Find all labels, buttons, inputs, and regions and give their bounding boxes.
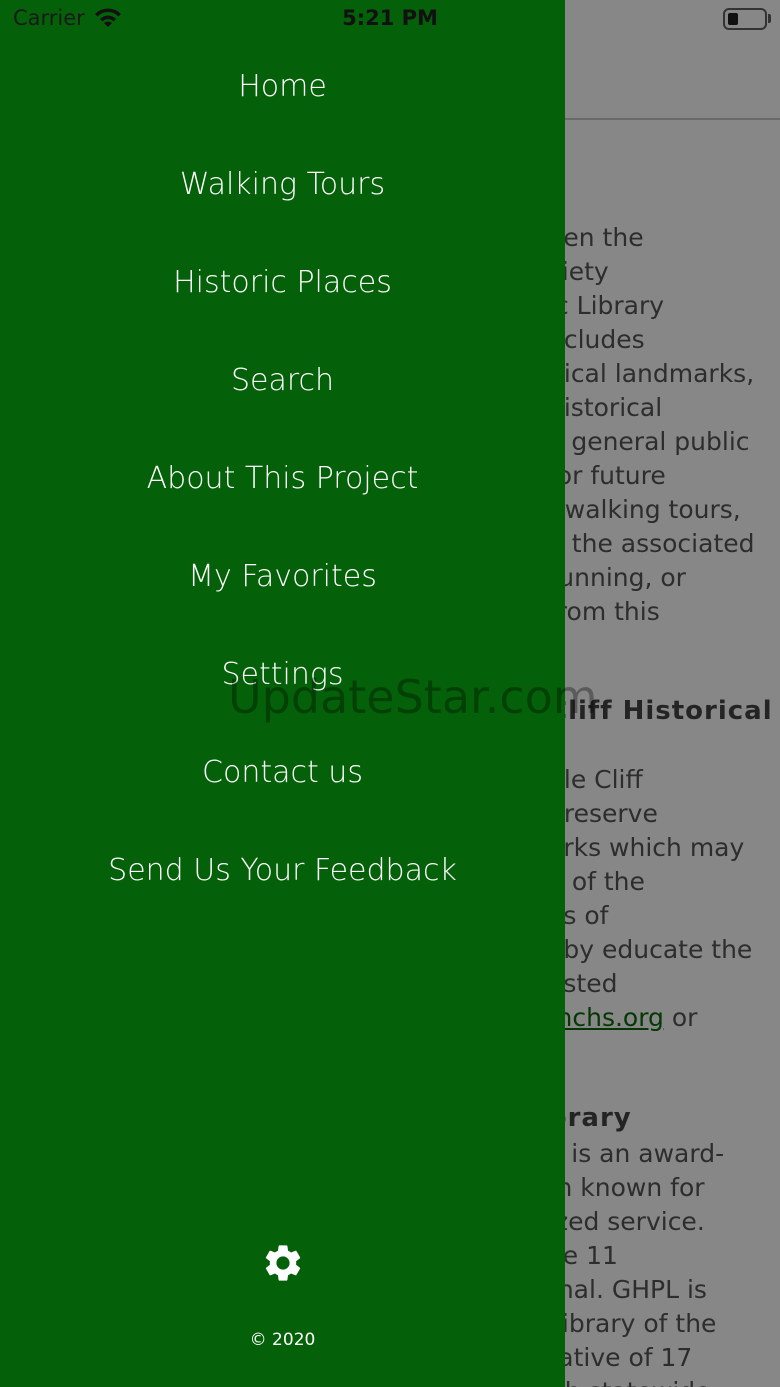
menu-item-about[interactable]: About This Project — [0, 430, 565, 528]
menu-item-search[interactable]: Search — [0, 332, 565, 430]
gear-icon[interactable] — [261, 1241, 305, 1285]
menu-item-feedback[interactable]: Send Us Your Feedback — [0, 822, 565, 920]
battery-icon — [723, 8, 767, 30]
menu-item-home[interactable]: Home — [0, 38, 565, 136]
watermark: UpdateStar.com — [228, 670, 598, 724]
battery-tip — [768, 14, 771, 23]
drawer-menu: Home Walking Tours Historic Places Searc… — [0, 38, 565, 920]
menu-item-historic-places[interactable]: Historic Places — [0, 234, 565, 332]
menu-item-walking-tours[interactable]: Walking Tours — [0, 136, 565, 234]
status-time: 5:21 PM — [342, 6, 438, 30]
menu-item-contact[interactable]: Contact us — [0, 724, 565, 822]
menu-item-favorites[interactable]: My Favorites — [0, 528, 565, 626]
battery-level — [728, 13, 738, 25]
copyright-text: © 2020 — [249, 1330, 316, 1350]
status-bar: Carrier 5:21 PM — [0, 0, 780, 40]
